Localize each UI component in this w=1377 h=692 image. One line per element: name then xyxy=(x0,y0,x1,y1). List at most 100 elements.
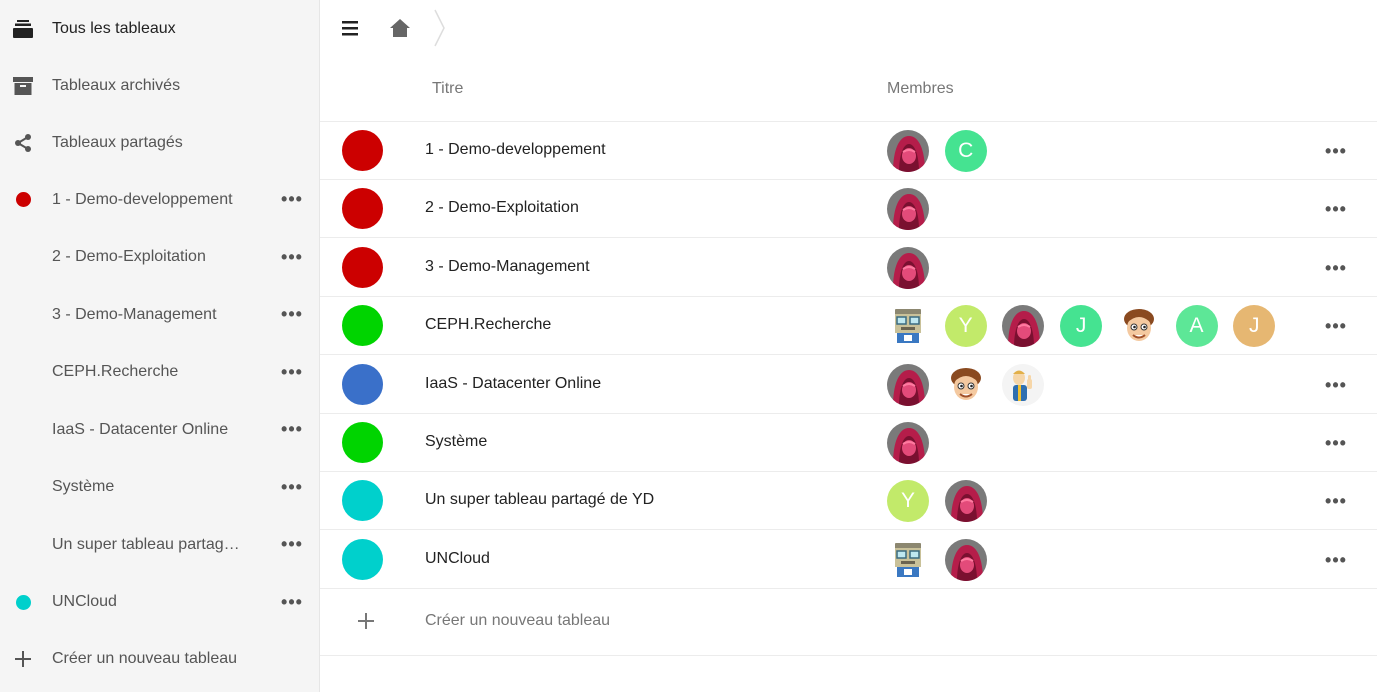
more-options-icon[interactable]: ••• xyxy=(278,533,306,557)
sidebar-board-item[interactable]: Système ••• xyxy=(0,459,320,516)
nav-all-boards-label: Tous les tableaux xyxy=(52,19,176,37)
nav-archived-boards[interactable]: Tableaux archivés xyxy=(0,57,320,114)
avatar-initial: J xyxy=(1075,314,1087,337)
board-title: 3 - Demo-Management xyxy=(425,258,590,275)
boards-stack-icon xyxy=(12,18,34,40)
member-avatar[interactable]: J xyxy=(1060,305,1103,347)
board-color-dot xyxy=(12,591,34,613)
board-color-circle xyxy=(342,364,383,405)
member-avatar[interactable] xyxy=(887,188,929,230)
plus-icon xyxy=(356,609,376,633)
more-options-icon[interactable]: ••• xyxy=(1322,314,1350,338)
member-avatar[interactable] xyxy=(944,480,987,522)
app-navigation: Tous les tableaux Tableaux archivés Tabl… xyxy=(0,0,320,692)
more-options-icon[interactable]: ••• xyxy=(1322,256,1350,280)
nav-shared-boards[interactable]: Tableaux partagés xyxy=(0,114,320,171)
member-avatar[interactable] xyxy=(887,539,929,581)
nav-all-boards[interactable]: Tous les tableaux xyxy=(0,0,320,57)
sidebar-board-item[interactable]: 2 - Demo-Exploitation ••• xyxy=(0,229,320,286)
member-avatar[interactable] xyxy=(887,422,929,464)
more-options-icon[interactable]: ••• xyxy=(1322,489,1350,513)
member-avatar[interactable] xyxy=(1002,305,1045,347)
avatar-initial: Y xyxy=(958,314,973,337)
sidebar-board-label: Un super tableau partagé de YD xyxy=(52,535,247,553)
member-avatar[interactable] xyxy=(1117,305,1160,347)
member-avatar[interactable]: C xyxy=(944,130,987,172)
avatar-initial: Y xyxy=(900,489,915,512)
member-avatar[interactable]: Y xyxy=(887,480,929,522)
board-color-circle xyxy=(342,480,383,521)
create-board-row[interactable]: Créer un nouveau tableau xyxy=(320,589,1377,656)
archive-icon xyxy=(12,75,34,97)
member-avatar[interactable]: A xyxy=(1175,305,1218,347)
column-header-title: Titre xyxy=(432,80,464,97)
sidebar-board-label: 3 - Demo-Management xyxy=(52,305,217,323)
nav-shared-label: Tableaux partagés xyxy=(52,133,183,151)
board-title: Système xyxy=(425,433,488,450)
member-avatar[interactable] xyxy=(887,305,929,347)
share-icon xyxy=(12,132,34,154)
sidebar-board-item[interactable]: CEPH.Recherche ••• xyxy=(0,344,320,401)
board-color-circle xyxy=(342,130,383,171)
breadcrumb-home-button[interactable] xyxy=(387,14,413,42)
board-color-circle xyxy=(342,539,383,580)
board-row[interactable]: Un super tableau partagé de YD Y ••• xyxy=(320,472,1377,530)
board-row[interactable]: 1 - Demo-developpement C ••• xyxy=(320,122,1377,180)
member-avatar[interactable] xyxy=(887,247,929,289)
board-color-circle xyxy=(342,188,383,229)
more-options-icon[interactable]: ••• xyxy=(1322,139,1350,163)
member-avatar[interactable] xyxy=(944,364,987,406)
nav-archived-label: Tableaux archivés xyxy=(52,76,181,94)
board-color-circle xyxy=(342,247,383,288)
more-options-icon[interactable]: ••• xyxy=(278,418,306,442)
nav-create-label: Créer un nouveau tableau xyxy=(52,649,238,667)
member-avatar[interactable]: J xyxy=(1233,305,1276,347)
board-row[interactable]: UNCloud ••• xyxy=(320,531,1377,589)
member-avatar[interactable] xyxy=(1002,364,1045,406)
sidebar-board-item[interactable]: UNCloud ••• xyxy=(0,574,320,631)
sidebar-board-item[interactable]: Un super tableau partagé de YD ••• xyxy=(0,516,320,573)
sidebar-board-label: UNCloud xyxy=(52,593,117,610)
sidebar-board-label: Système xyxy=(52,478,115,495)
board-row[interactable]: IaaS - Datacenter Online ••• xyxy=(320,356,1377,414)
column-header-members: Membres xyxy=(887,80,954,97)
member-avatar[interactable]: Y xyxy=(944,305,987,347)
more-options-icon[interactable]: ••• xyxy=(1322,373,1350,397)
more-options-icon[interactable]: ••• xyxy=(1322,197,1350,221)
more-options-icon[interactable]: ••• xyxy=(278,245,306,269)
header xyxy=(320,0,1377,58)
sidebar-board-label: CEPH.Recherche xyxy=(52,363,179,380)
board-title: Un super tableau partagé de YD xyxy=(425,491,655,508)
breadcrumb-chevron-icon xyxy=(434,9,445,47)
avatar-initial: A xyxy=(1189,314,1204,337)
board-color-dot xyxy=(12,189,34,211)
more-options-icon[interactable]: ••• xyxy=(278,303,306,327)
board-row[interactable]: Système ••• xyxy=(320,414,1377,472)
board-title: UNCloud xyxy=(425,550,490,567)
more-options-icon[interactable]: ••• xyxy=(1322,548,1350,572)
board-color-circle xyxy=(342,305,383,346)
create-board-label: Créer un nouveau tableau xyxy=(425,612,611,629)
board-row[interactable]: 3 - Demo-Management ••• xyxy=(320,239,1377,297)
member-avatar[interactable] xyxy=(887,130,929,172)
member-avatar[interactable] xyxy=(944,539,987,581)
board-title: 2 - Demo-Exploitation xyxy=(425,199,579,216)
board-color-circle xyxy=(342,422,383,463)
board-title: 1 - Demo-developpement xyxy=(425,141,606,158)
more-options-icon[interactable]: ••• xyxy=(278,360,306,384)
more-options-icon[interactable]: ••• xyxy=(278,188,306,212)
member-avatar[interactable] xyxy=(887,364,929,406)
sidebar-board-item[interactable]: 1 - Demo-developpement ••• xyxy=(0,171,320,228)
plus-icon xyxy=(12,648,34,670)
more-options-icon[interactable]: ••• xyxy=(278,590,306,614)
board-row[interactable]: 2 - Demo-Exploitation ••• xyxy=(320,180,1377,238)
hamburger-icon xyxy=(342,21,358,36)
sidebar-board-item[interactable]: 3 - Demo-Management ••• xyxy=(0,286,320,343)
more-options-icon[interactable]: ••• xyxy=(278,475,306,499)
sidebar-board-item[interactable]: IaaS - Datacenter Online ••• xyxy=(0,401,320,458)
nav-create-board[interactable]: Créer un nouveau tableau xyxy=(0,630,320,687)
menu-toggle-button[interactable] xyxy=(338,14,362,42)
board-title: IaaS - Datacenter Online xyxy=(425,375,602,392)
board-row[interactable]: CEPH.Recherche Y J A J ••• xyxy=(320,297,1377,355)
more-options-icon[interactable]: ••• xyxy=(1322,431,1350,455)
